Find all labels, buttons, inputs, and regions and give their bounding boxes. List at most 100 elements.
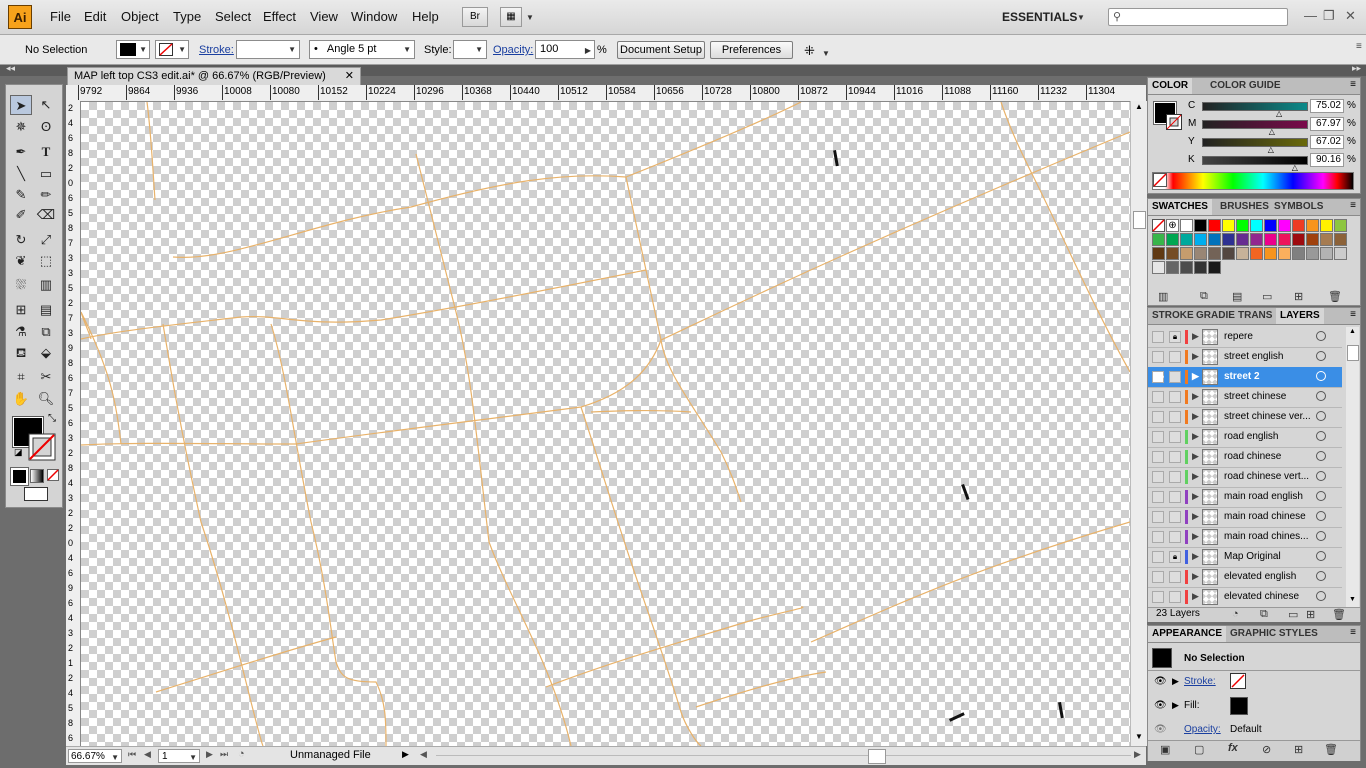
layer-visibility-icon[interactable] (1152, 431, 1164, 443)
close-document-icon[interactable]: ✕ (345, 68, 354, 85)
layer-target-icon[interactable] (1316, 571, 1326, 581)
tab-symbols[interactable]: SYMBOLS (1270, 199, 1327, 215)
crop-area-tool-icon[interactable]: ⌗ (10, 367, 32, 387)
swatch[interactable] (1180, 233, 1193, 246)
layer-lock-icon[interactable] (1169, 351, 1181, 363)
scroll-down-icon[interactable]: ▼ (1135, 732, 1143, 741)
close-icon[interactable]: ✕ (1345, 8, 1356, 24)
swatch[interactable] (1320, 233, 1333, 246)
stroke-weight-input[interactable]: ▼ (236, 40, 300, 59)
scale-tool-icon[interactable]: ⤢ (35, 230, 57, 250)
search-input[interactable]: ⚲ (1108, 8, 1288, 26)
swatch[interactable] (1236, 219, 1249, 232)
swatch[interactable] (1320, 219, 1333, 232)
vertical-scroll-thumb[interactable] (1133, 211, 1146, 229)
layer-target-icon[interactable] (1316, 531, 1326, 541)
swatch[interactable] (1222, 233, 1235, 246)
slider-thumb-icon[interactable]: △ (1292, 163, 1298, 172)
warp-tool-icon[interactable]: ❦ (10, 251, 32, 271)
slider-thumb-icon[interactable]: △ (1269, 127, 1275, 136)
layer-target-icon[interactable] (1316, 471, 1326, 481)
menu-window[interactable]: Window (351, 9, 397, 24)
last-page-icon[interactable]: ⏭ (220, 749, 228, 760)
delete-swatch-icon[interactable]: 🗑︎ (1328, 290, 1342, 303)
slider-thumb-icon[interactable]: △ (1268, 145, 1274, 154)
swatch-libraries-icon[interactable]: ▥ (1158, 290, 1168, 303)
line-tool-icon[interactable]: ╲ (10, 164, 32, 184)
menu-view[interactable]: View (310, 9, 338, 24)
appearance-stroke-swatch[interactable] (1230, 673, 1246, 689)
scroll-down-icon[interactable]: ▼ (1349, 596, 1356, 603)
layer-visibility-icon[interactable]: 👁︎ (1152, 371, 1164, 383)
layer-row[interactable]: 🔒︎ ▶ Map Original (1148, 547, 1342, 568)
layer-row[interactable]: ▶ road chinese (1148, 447, 1342, 468)
swatch[interactable] (1166, 261, 1179, 274)
swatch[interactable] (1264, 219, 1277, 232)
swatch[interactable] (1166, 233, 1179, 246)
delete-item-icon[interactable]: 🗑︎ (1324, 743, 1338, 756)
tab-brushes[interactable]: BRUSHES (1216, 199, 1273, 215)
magic-wand-tool-icon[interactable]: ✵ (10, 117, 32, 137)
opacity-input[interactable]: 100 ▶ (535, 40, 595, 59)
preferences-button[interactable]: Preferences (710, 41, 793, 59)
layer-row[interactable]: 🔒︎ ▶ repere (1148, 327, 1342, 348)
layer-expand-icon[interactable]: ▶ (1192, 511, 1199, 522)
layer-expand-icon[interactable]: ▶ (1192, 331, 1199, 342)
swatch[interactable] (1180, 261, 1193, 274)
layer-expand-icon[interactable]: ▶ (1192, 411, 1199, 422)
stroke-swatch[interactable] (28, 433, 56, 461)
layer-lock-icon[interactable] (1169, 391, 1181, 403)
layer-lock-icon[interactable] (1169, 511, 1181, 523)
fill-color-picker[interactable]: ▼ (116, 40, 150, 59)
zoom-tool-icon[interactable]: 🔍︎ (35, 389, 57, 409)
arrange-documents-icon[interactable]: ▦ (500, 7, 522, 27)
layer-expand-icon[interactable]: ▶ (1192, 371, 1199, 382)
tab-transparency[interactable]: TRANS (1234, 308, 1276, 324)
layer-lock-icon[interactable]: 🔒︎ (1169, 551, 1181, 563)
layer-target-icon[interactable] (1316, 371, 1326, 381)
chevron-down-icon[interactable]: ▼ (822, 49, 830, 58)
swatch[interactable] (1222, 219, 1235, 232)
layer-visibility-icon[interactable] (1152, 591, 1164, 603)
swatch[interactable] (1194, 219, 1207, 232)
menu-object[interactable]: Object (121, 9, 159, 24)
layer-expand-icon[interactable]: ▶ (1192, 591, 1199, 602)
layers-scrollbar[interactable]: ▲ ▼ (1346, 327, 1359, 607)
make-clipping-mask-icon[interactable]: ⧉ (1260, 608, 1268, 621)
layer-expand-icon[interactable]: ▶ (1192, 531, 1199, 542)
layer-target-icon[interactable] (1316, 411, 1326, 421)
opacity-label[interactable]: Opacity: (493, 44, 533, 56)
blend-tool-icon[interactable]: ⧉ (35, 322, 57, 342)
swatch[interactable] (1152, 233, 1165, 246)
layer-row[interactable]: ▶ elevated english (1148, 567, 1342, 588)
color-channel-value[interactable]: 67.97 (1310, 117, 1344, 131)
swatch[interactable] (1166, 247, 1179, 260)
layer-row[interactable]: ▶ main road english (1148, 487, 1342, 508)
swatch[interactable] (1306, 219, 1319, 232)
type-tool-icon[interactable]: T (35, 142, 57, 162)
stroke-color-picker[interactable]: ▼ (155, 40, 189, 59)
menu-help[interactable]: Help (412, 9, 439, 24)
tab-graphic-styles[interactable]: GRAPHIC STYLES (1226, 626, 1322, 642)
layer-expand-icon[interactable]: ▶ (1192, 431, 1199, 442)
layer-visibility-icon[interactable] (1152, 391, 1164, 403)
layer-row[interactable]: ▶ road chinese vert... (1148, 467, 1342, 488)
status-menu-arrow-icon[interactable]: ▶ (402, 749, 409, 760)
layer-row[interactable]: ▶ main road chinese (1148, 507, 1342, 528)
swatch[interactable] (1236, 247, 1249, 260)
screen-mode-icon[interactable] (24, 487, 48, 501)
document-setup-button[interactable]: Document Setup (617, 41, 705, 59)
rotate-tool-icon[interactable]: ↻ (10, 230, 32, 250)
none-swatch[interactable] (1152, 219, 1165, 232)
restore-icon[interactable]: ❐ (1323, 8, 1335, 24)
fill-visibility-icon[interactable]: 👁︎ (1154, 700, 1167, 711)
panel-menu-icon[interactable]: ≡ (1350, 627, 1356, 638)
layer-target-icon[interactable] (1316, 491, 1326, 501)
menu-effect[interactable]: Effect (263, 9, 296, 24)
tab-swatches[interactable]: SWATCHES (1148, 199, 1212, 215)
scroll-left-icon[interactable]: ◀ (420, 749, 427, 760)
color-channel-slider[interactable] (1202, 102, 1308, 111)
menu-edit[interactable]: Edit (84, 9, 106, 24)
duplicate-item-icon[interactable]: ⊞ (1294, 743, 1303, 756)
color-channel-value[interactable]: 90.16 (1310, 153, 1344, 167)
